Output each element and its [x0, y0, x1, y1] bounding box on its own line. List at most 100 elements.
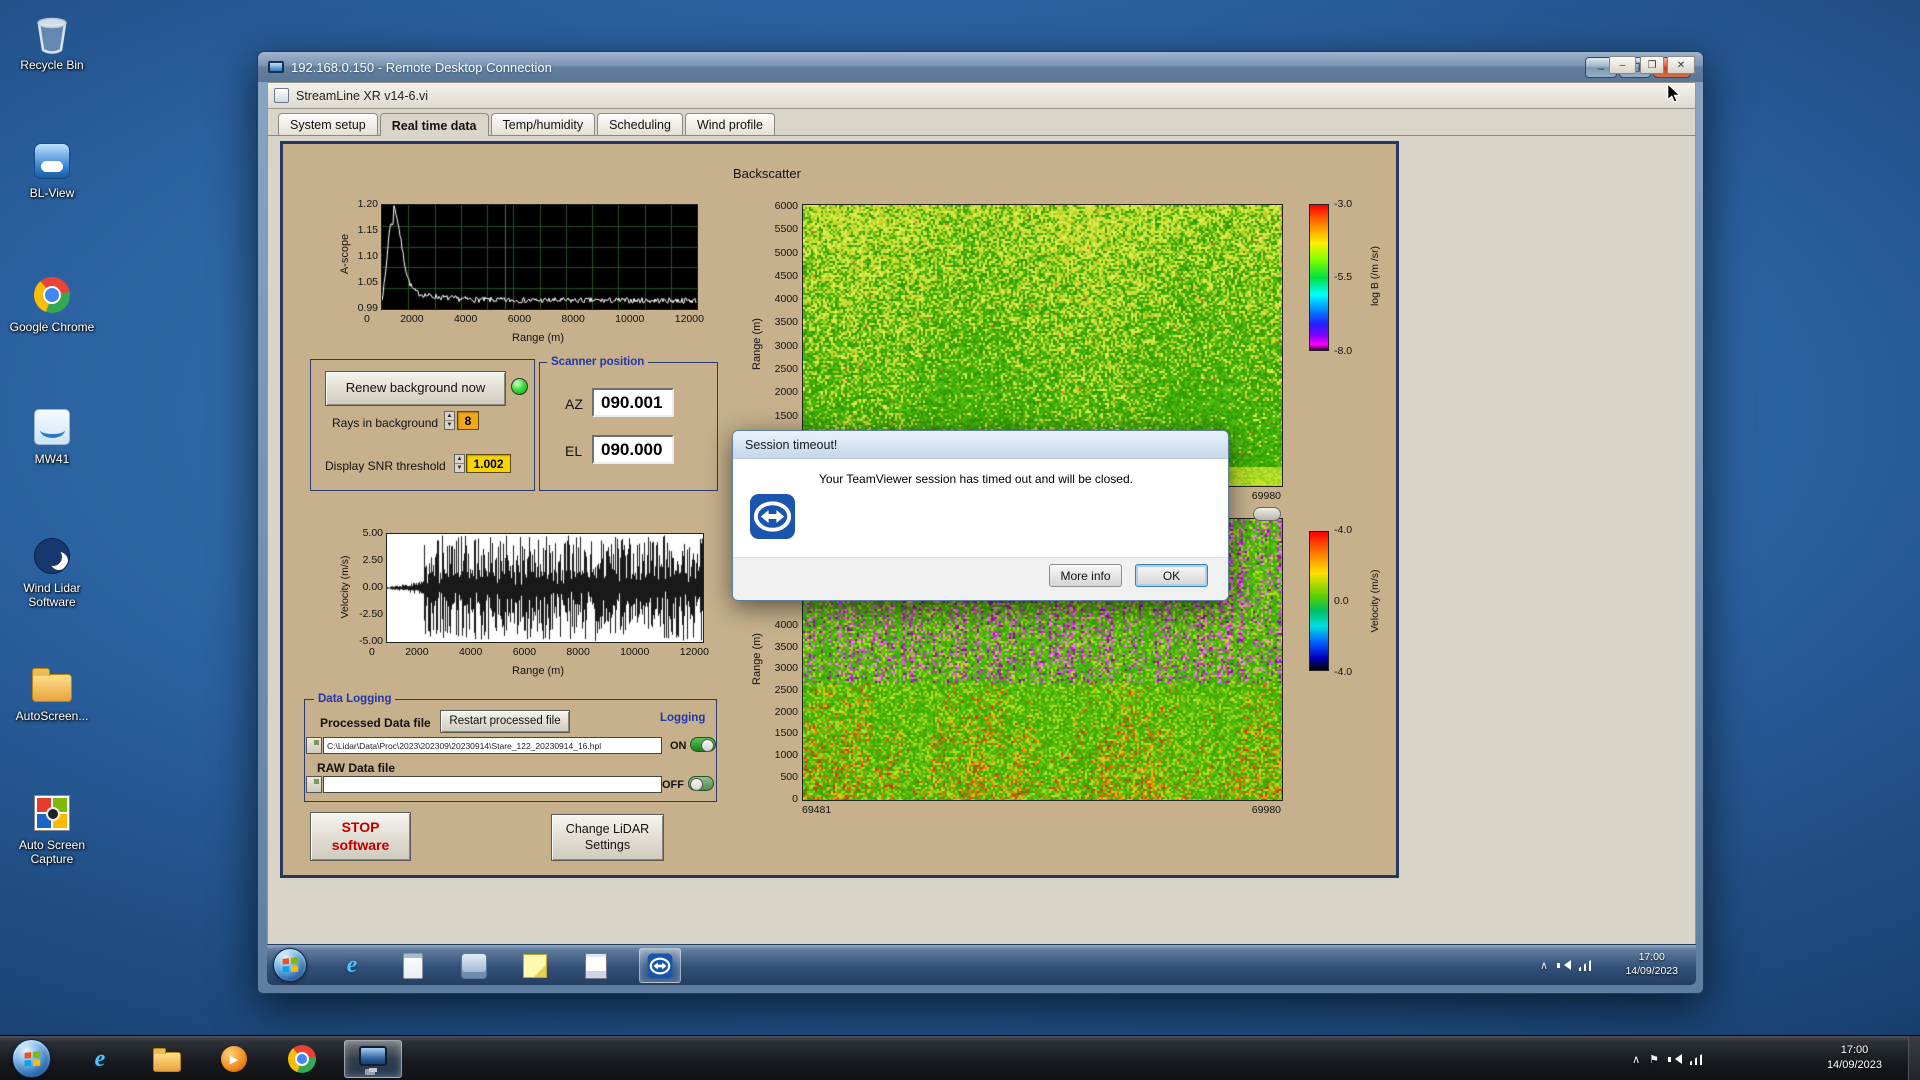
taskbar-icon-system-app[interactable]	[453, 948, 495, 983]
ok-button[interactable]: OK	[1135, 564, 1208, 587]
desktop-icon-bl-view[interactable]: BL-View	[6, 138, 98, 201]
taskbar-icon-windows-explorer[interactable]	[141, 1040, 193, 1078]
desktop-icon-label: AutoScreen...	[15, 709, 89, 723]
taskbar-icon-google-chrome[interactable]	[276, 1040, 328, 1078]
snr-value-field[interactable]: 1.002	[466, 454, 511, 473]
velocity-y-ticks: 5.00 2.50 0.00 -2.50 -5.00	[349, 528, 383, 646]
taskbar-icon-internet-explorer[interactable]: e	[331, 948, 373, 983]
ascope-plot	[381, 204, 698, 310]
rays-spinner[interactable]: ▲ ▼	[444, 411, 455, 430]
tick-label: 8000	[566, 646, 590, 658]
tick-label: -3.0	[1334, 198, 1353, 210]
renew-background-button[interactable]: Renew background now	[325, 371, 506, 406]
taskbar-icon-sticky-notes[interactable]	[514, 948, 556, 983]
start-button[interactable]	[12, 1039, 51, 1078]
desktop-icon-autoscreen[interactable]: AutoScreen...	[6, 661, 98, 724]
raw-path-browse-button[interactable]	[306, 776, 322, 793]
velocity-x-ticks: 0 2000 4000 6000 8000 10000 12000	[369, 647, 709, 658]
processed-path-field[interactable]: C:\Lidar\Data\Proc\2023\202309\20230914\…	[323, 737, 662, 754]
tick-label: 8000	[561, 313, 585, 325]
tick-label: 1.05	[357, 275, 378, 288]
show-desktop-button[interactable]	[1908, 1036, 1920, 1080]
hidden-icons-chevron[interactable]: ∧	[1632, 1053, 1640, 1066]
taskbar-icon-remote-desktop[interactable]	[344, 1040, 402, 1078]
tab-real-time-data[interactable]: Real time data	[379, 113, 489, 136]
taskbar-icon-internet-explorer[interactable]: e	[74, 1040, 126, 1078]
more-info-button[interactable]: More info	[1049, 564, 1122, 587]
velocity-plot	[386, 533, 704, 643]
snr-spinner[interactable]: ▲ ▼	[454, 454, 465, 473]
volume-icon[interactable]	[1668, 1054, 1682, 1065]
tab-scheduling[interactable]: Scheduling	[597, 113, 683, 135]
taskbar-icon-teamviewer[interactable]	[639, 948, 681, 983]
backscatter-title: Backscatter	[733, 166, 801, 181]
raw-logging-toggle[interactable]	[688, 776, 714, 791]
tick-label: 4500	[774, 269, 798, 282]
tick-label: 2000	[405, 646, 429, 658]
restart-processed-file-button[interactable]: Restart processed file	[440, 710, 570, 733]
tick-label: 0	[792, 792, 798, 805]
tab-system-setup[interactable]: System setup	[278, 113, 378, 135]
remote-taskbar: e ∧ 17:00 14/09/2023	[267, 944, 1696, 985]
tab-temp-humidity[interactable]: Temp/humidity	[490, 113, 596, 135]
taskbar-icon-streamline-xr[interactable]	[575, 948, 617, 983]
lidar-icon	[34, 533, 70, 579]
ascope-y-ticks: 1.20 1.15 1.10 1.05 0.99	[344, 199, 378, 313]
rays-value-field[interactable]: 8	[457, 411, 479, 430]
tick-label: 3000	[774, 662, 798, 675]
tick-label: 10000	[620, 646, 650, 658]
host-clock[interactable]: 17:00 14/09/2023	[1827, 1043, 1882, 1073]
tick-label: 0.0	[1334, 594, 1349, 607]
tick-label: 2500	[774, 684, 798, 697]
dialog-titlebar[interactable]: Session timeout!	[733, 431, 1228, 459]
network-icon[interactable]	[1690, 1054, 1702, 1065]
heatmap-option-toggle[interactable]	[1253, 507, 1281, 521]
az-label: AZ	[565, 396, 583, 412]
hidden-icons-chevron[interactable]: ∧	[1540, 959, 1548, 972]
desktop-icon-auto-screen-capture[interactable]: Auto Screen Capture	[6, 790, 98, 867]
tick-label: 2000	[400, 313, 424, 325]
windows-logo-icon	[24, 1050, 40, 1066]
rdp-titlebar[interactable]: 192.168.0.150 - Remote Desktop Connectio…	[258, 52, 1703, 82]
app-close-button[interactable]: ✕	[1667, 56, 1695, 74]
host-time: 17:00	[1840, 1044, 1869, 1056]
tick-label: 6000	[512, 646, 537, 658]
taskbar-icon-media-player[interactable]: ▶	[208, 1040, 260, 1078]
desktop-icon-google-chrome[interactable]: Google Chrome	[6, 272, 98, 335]
taskbar-icon-journal-viewer[interactable]	[392, 948, 434, 983]
tick-label: 1.20	[357, 198, 378, 210]
app-minimize-button[interactable]: –	[1609, 56, 1636, 74]
data-logging-title: Data Logging	[314, 693, 396, 705]
dialog-title: Session timeout!	[745, 437, 838, 452]
remote-start-button[interactable]	[273, 948, 307, 982]
desktop-icon-label: Auto Screen Capture	[18, 838, 86, 866]
tick-label: 6000	[507, 313, 532, 325]
app-window-icon	[274, 88, 289, 103]
app-restore-button[interactable]: ❐	[1640, 56, 1664, 74]
el-value-field[interactable]: 090.000	[592, 435, 674, 464]
processed-logging-toggle[interactable]	[690, 737, 716, 752]
volume-icon[interactable]	[1557, 960, 1571, 971]
desktop-icon-recycle-bin[interactable]: Recycle Bin	[6, 10, 98, 73]
stop-software-button[interactable]: STOP software	[310, 812, 411, 861]
raw-path-field[interactable]	[323, 776, 662, 793]
raw-logging-state-label: OFF	[662, 779, 684, 791]
tab-wind-profile[interactable]: Wind profile	[684, 113, 775, 135]
change-lidar-settings-button[interactable]: Change LiDAR Settings	[551, 814, 664, 861]
desktop-icon-mw41[interactable]: MW41	[6, 404, 98, 467]
tick-label: 5000	[774, 246, 798, 259]
velocity-heatmap-y-ticks: 4000 3500 3000 2500 2000 1500 1000 500 0	[760, 620, 798, 804]
tick-label: 4000	[774, 293, 798, 306]
az-value-field[interactable]: 090.001	[592, 388, 674, 417]
action-center-flag-icon[interactable]: ⚑	[1649, 1053, 1659, 1066]
app-titlebar[interactable]: StreamLine XR v14-6.vi	[267, 82, 1696, 109]
processed-path-browse-button[interactable]	[306, 737, 322, 754]
app-window-title: StreamLine XR v14-6.vi	[296, 88, 429, 103]
network-icon[interactable]	[1579, 960, 1591, 971]
remote-clock[interactable]: 17:00 14/09/2023	[1625, 950, 1678, 978]
backscatter-colorbar-label: log B (/m /sr)	[1369, 245, 1381, 307]
background-status-led	[511, 378, 528, 395]
rdp-window: 192.168.0.150 - Remote Desktop Connectio…	[257, 51, 1704, 994]
desktop-icon-wind-lidar-software[interactable]: Wind Lidar Software	[6, 533, 98, 610]
scanner-position-title: Scanner position	[547, 356, 649, 368]
